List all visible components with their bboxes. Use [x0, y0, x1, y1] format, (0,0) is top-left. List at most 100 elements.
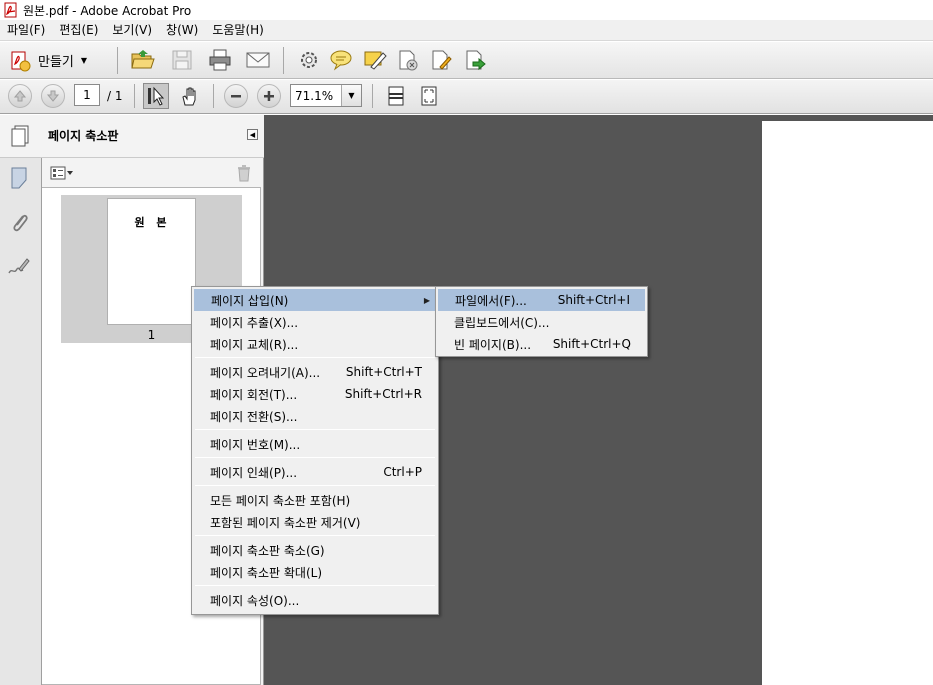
menu-view[interactable]: 보기(V) [105, 20, 159, 40]
bookmarks-button[interactable] [6, 166, 32, 192]
menu-item-label: 페이지 회전(T)... [210, 387, 298, 402]
menu-item-reduce-thumbnails[interactable]: 페이지 축소판 축소(G) [194, 539, 436, 561]
email-button[interactable] [245, 47, 271, 73]
page-thumbnails-button[interactable] [7, 123, 33, 149]
signature-pen-icon [8, 258, 30, 274]
create-button[interactable]: 만들기 ▼ [8, 47, 104, 74]
minus-icon [231, 95, 241, 98]
hand-tool-button[interactable] [177, 83, 203, 109]
options-menu-button[interactable] [48, 160, 78, 186]
folder-open-icon [131, 50, 155, 69]
menu-item-label: 모든 페이지 축소판 포함(H) [210, 493, 351, 508]
chevron-left-icon: ◀ [249, 130, 256, 139]
menu-separator [195, 535, 435, 536]
select-cursor-icon [148, 86, 165, 106]
delete-page-button[interactable] [231, 160, 257, 186]
menu-separator [195, 485, 435, 486]
previous-page-button[interactable] [8, 84, 32, 108]
comment-button[interactable] [328, 47, 354, 73]
menu-item-page-transitions[interactable]: 페이지 전환(S)... [194, 405, 436, 427]
menu-window[interactable]: 창(W) [159, 20, 205, 40]
insert-pages-submenu: 파일에서(F)... Shift+Ctrl+I 클립보드에서(C)... 빈 페… [435, 286, 648, 357]
menu-item-embed-thumbnails[interactable]: 모든 페이지 축소판 포함(H) [194, 489, 436, 511]
title-bar: 원본.pdf - Adobe Acrobat Pro [0, 0, 933, 20]
zoom-level-combobox[interactable]: 71.1% ▼ [290, 84, 362, 107]
options-list-icon [50, 166, 73, 180]
toolbar-divider [134, 84, 135, 108]
pages-icon [11, 125, 29, 147]
sign-pen-icon [364, 51, 387, 70]
zoom-out-button[interactable] [224, 84, 248, 108]
menu-item-label: 페이지 전환(S)... [210, 409, 298, 424]
attachments-button[interactable] [6, 210, 32, 236]
menu-item-from-file[interactable]: 파일에서(F)... Shift+Ctrl+I [438, 289, 645, 311]
navigation-toolbar [0, 80, 933, 114]
create-pdf-icon [11, 51, 31, 71]
document-page [762, 121, 933, 685]
gear-icon [301, 52, 317, 68]
collapse-panel-button[interactable]: ◀ [247, 129, 258, 140]
menu-item-replace-pages[interactable]: 페이지 교체(R)... [194, 333, 436, 355]
menu-item-label: 페이지 축소판 확대(L) [210, 565, 322, 580]
arrow-down-icon [46, 90, 60, 102]
menu-separator [195, 429, 435, 430]
chevron-down-icon: ▼ [80, 56, 88, 65]
menu-item-enlarge-thumbnails[interactable]: 페이지 축소판 확대(L) [194, 561, 436, 583]
menu-item-label: 페이지 교체(R)... [210, 337, 299, 352]
toolbar-divider [372, 84, 373, 108]
export-button[interactable] [462, 47, 488, 73]
pdf-file-icon [4, 2, 17, 18]
toolbar-divider [213, 84, 214, 108]
menu-item-remove-thumbnails[interactable]: 포함된 페이지 축소판 제거(V) [194, 511, 436, 533]
menu-item-page-properties[interactable]: 페이지 속성(O)... [194, 589, 436, 611]
menu-item-label: 페이지 인쇄(P)... [210, 465, 298, 480]
menu-item-shortcut: Shift+Ctrl+I [557, 293, 630, 307]
menu-file[interactable]: 파일(F) [0, 20, 52, 40]
arrow-up-icon [13, 90, 27, 102]
menu-item-crop-pages[interactable]: 페이지 오려내기(A)... Shift+Ctrl+T [194, 361, 436, 383]
thumbnail-page-preview: 원 본 [107, 198, 196, 325]
next-page-button[interactable] [41, 84, 65, 108]
menu-item-label: 페이지 번호(M)... [210, 437, 301, 452]
menu-item-print-pages[interactable]: 페이지 인쇄(P)... Ctrl+P [194, 461, 436, 483]
scroll-mode-button[interactable] [383, 83, 409, 109]
print-button[interactable] [207, 47, 233, 73]
settings-button[interactable] [296, 47, 322, 73]
select-tool-button[interactable] [143, 83, 169, 109]
menu-edit[interactable]: 편집(E) [52, 20, 105, 40]
fit-page-button[interactable] [416, 83, 442, 109]
menu-item-shortcut: Ctrl+P [383, 465, 422, 479]
save-button[interactable] [169, 47, 195, 73]
page-number-input[interactable]: 1 [74, 84, 100, 106]
menu-bar: 파일(F) 편집(E) 보기(V) 창(W) 도움말(H) [0, 20, 933, 41]
speech-bubble-icon [330, 50, 352, 71]
zoom-in-button[interactable] [257, 84, 281, 108]
hand-icon [182, 87, 196, 106]
menu-item-label: 페이지 오려내기(A)... [210, 365, 321, 380]
sign-button[interactable] [362, 47, 388, 73]
menu-item-insert-pages[interactable]: 페이지 삽입(N) ▶ [194, 289, 436, 311]
page-total: / 1 [107, 89, 123, 103]
chevron-down-icon[interactable]: ▼ [341, 85, 361, 106]
create-label: 만들기 [38, 55, 74, 70]
open-button[interactable] [130, 47, 156, 73]
menu-item-number-pages[interactable]: 페이지 번호(M)... [194, 433, 436, 455]
menu-item-blank-page[interactable]: 빈 페이지(B)... Shift+Ctrl+Q [438, 333, 645, 355]
document-process-button[interactable] [428, 47, 454, 73]
menu-item-rotate-pages[interactable]: 페이지 회전(T)... Shift+Ctrl+R [194, 383, 436, 405]
document-export-icon [466, 50, 486, 71]
signatures-button[interactable] [6, 254, 32, 280]
plus-icon [264, 91, 274, 101]
menu-help[interactable]: 도움말(H) [205, 20, 271, 40]
zoom-value: 71.1% [295, 88, 334, 103]
main-toolbar: 만들기 ▼ [0, 42, 933, 79]
menu-item-label: 페이지 축소판 축소(G) [210, 543, 325, 558]
secure-button[interactable] [395, 47, 421, 73]
window-title: 원본.pdf - Adobe Acrobat Pro [23, 3, 192, 18]
menu-item-from-clipboard[interactable]: 클립보드에서(C)... [438, 311, 645, 333]
envelope-icon [246, 52, 270, 68]
menu-item-extract-pages[interactable]: 페이지 추출(X)... [194, 311, 436, 333]
thumbnail-page-text: 원 본 [134, 216, 171, 229]
menu-item-label: 페이지 추출(X)... [210, 315, 299, 330]
printer-icon [209, 49, 231, 71]
